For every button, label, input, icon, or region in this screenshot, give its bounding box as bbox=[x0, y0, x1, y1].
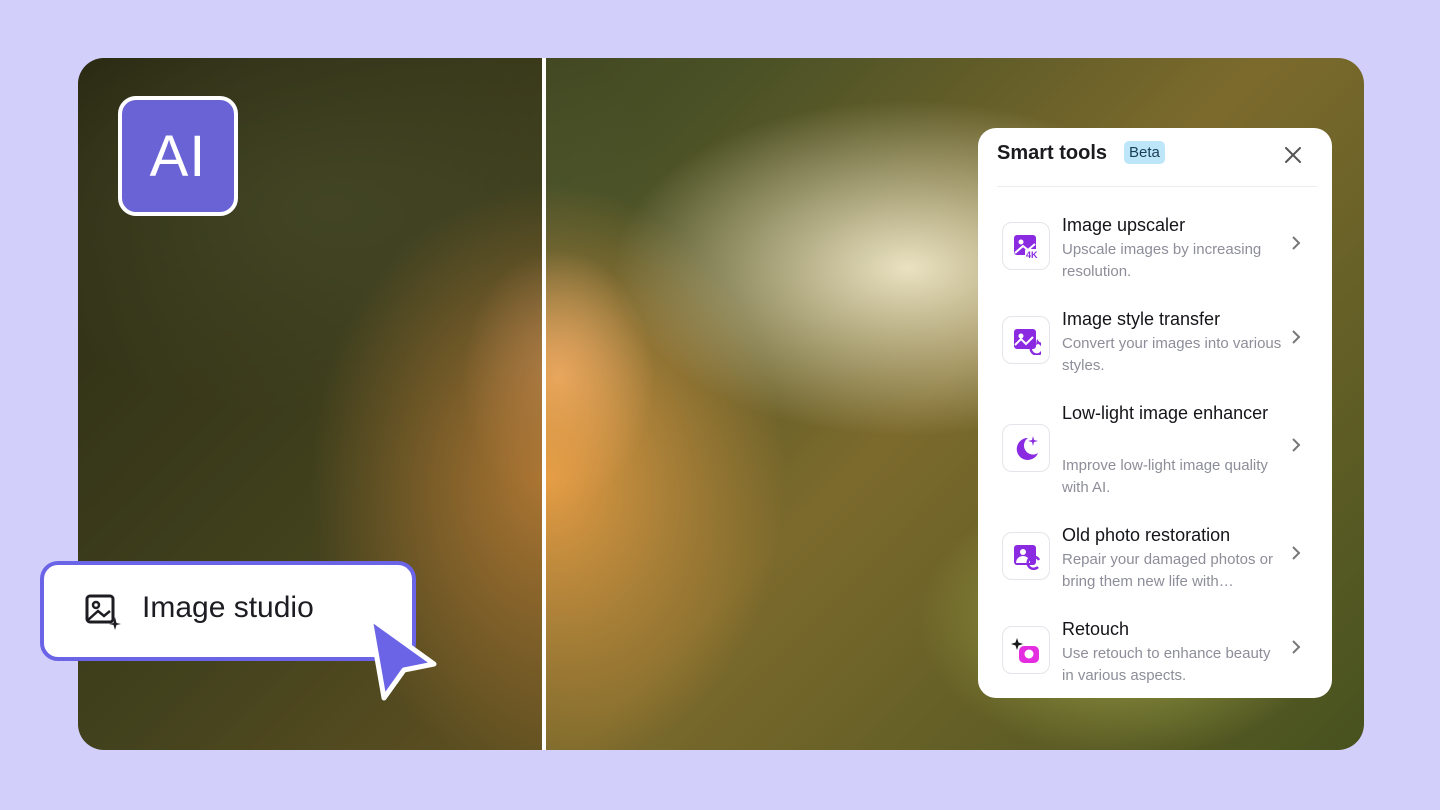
panel-divider bbox=[997, 186, 1317, 187]
tool-retouch[interactable]: Retouch Use retouch to enhance beauty in… bbox=[978, 612, 1332, 692]
tool-low-light-enhancer[interactable]: Low-light image enhancer Improve low-lig… bbox=[978, 396, 1332, 504]
tool-old-photo-restoration[interactable]: Old photo restoration Repair your damage… bbox=[978, 518, 1332, 598]
tool-desc: Repair your damaged photos or bring them… bbox=[1062, 551, 1273, 590]
beta-badge: Beta bbox=[1124, 141, 1165, 164]
chevron-right-icon bbox=[1292, 330, 1301, 344]
tool-desc: Improve low-light image quality with AI. bbox=[1062, 457, 1268, 496]
chevron-right-icon bbox=[1292, 640, 1301, 654]
tool-title: Retouch bbox=[1062, 619, 1130, 639]
image-sparkle-icon bbox=[85, 594, 121, 630]
cursor-arrow-icon bbox=[367, 615, 437, 701]
panel-title: Smart tools bbox=[997, 142, 1108, 164]
tool-image-style-transfer[interactable]: Image style transfer Convert your images… bbox=[978, 302, 1332, 382]
svg-text:4K: 4K bbox=[1026, 250, 1038, 260]
style-transfer-icon bbox=[1002, 316, 1050, 364]
tool-desc: Upscale images by increasing resolution. bbox=[1062, 241, 1262, 280]
tool-title: Image upscaler bbox=[1062, 215, 1186, 235]
comparison-divider[interactable] bbox=[542, 58, 546, 750]
photo-restore-icon bbox=[1002, 532, 1050, 580]
ai-badge: AI bbox=[118, 96, 238, 216]
tool-desc: Use retouch to enhance beauty in various… bbox=[1062, 645, 1271, 684]
smart-tools-panel: Smart tools Beta 4K Image upscaler Upsca… bbox=[978, 128, 1332, 698]
image-studio-button[interactable]: Image studio bbox=[40, 561, 416, 661]
tool-desc: Convert your images into various styles. bbox=[1062, 335, 1282, 374]
chevron-right-icon bbox=[1292, 438, 1301, 452]
tool-image-upscaler[interactable]: 4K Image upscaler Upscale images by incr… bbox=[978, 208, 1332, 288]
tool-title: Image style transfer bbox=[1062, 309, 1221, 329]
moon-sparkle-icon bbox=[1002, 424, 1050, 472]
chevron-right-icon bbox=[1292, 546, 1301, 560]
retouch-icon bbox=[1002, 626, 1050, 674]
tool-title: Old photo restoration bbox=[1062, 525, 1231, 545]
tool-title: Low-light image enhancer bbox=[1062, 403, 1269, 423]
image-4k-icon: 4K bbox=[1002, 222, 1050, 270]
close-icon[interactable] bbox=[1282, 144, 1304, 166]
image-studio-label: Image studio bbox=[142, 591, 314, 624]
chevron-right-icon bbox=[1292, 236, 1301, 250]
